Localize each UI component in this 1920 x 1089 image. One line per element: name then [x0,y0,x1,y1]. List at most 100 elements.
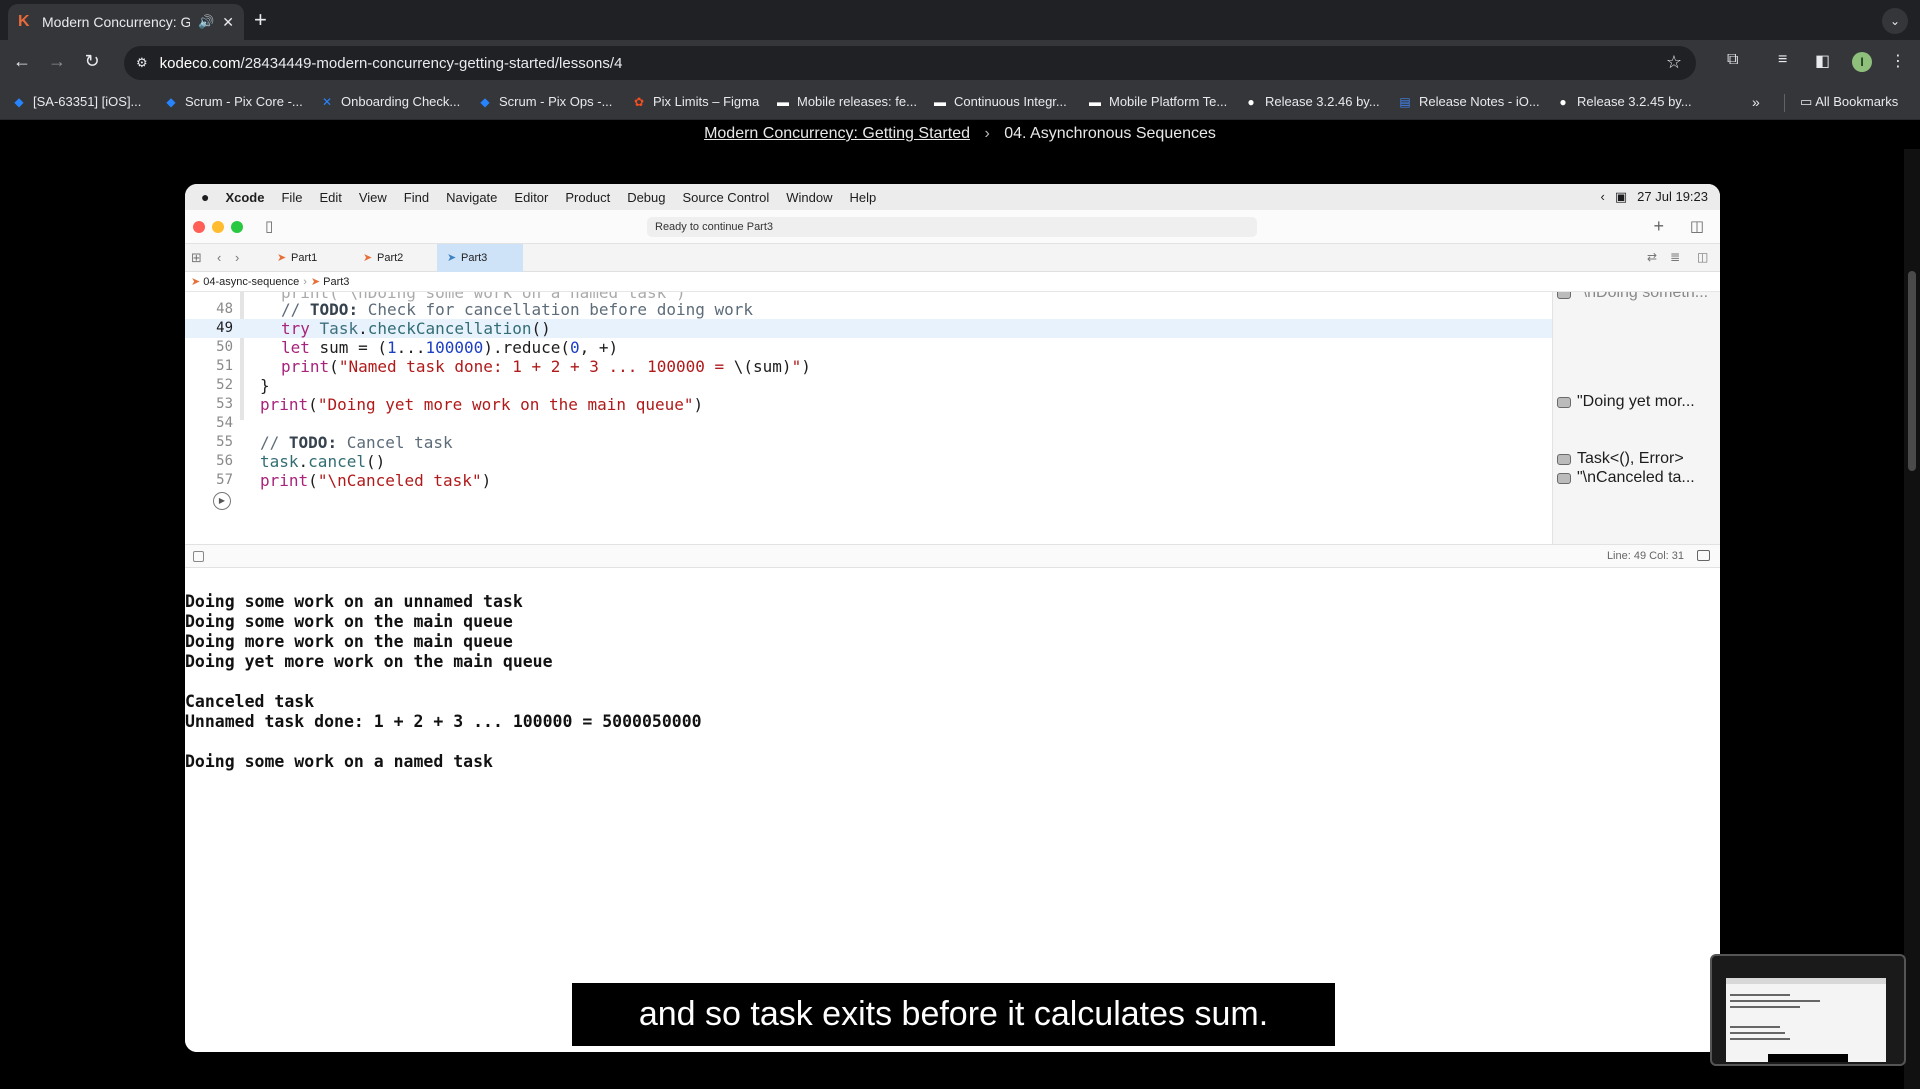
code-line: 54 [185,414,1552,433]
bookmark-item[interactable]: ✿ Pix Limits – Figma [632,94,759,109]
console-line: Canceled task [185,692,315,711]
menu-navigate: Navigate [446,189,498,205]
menu-xcode: Xcode [225,189,265,205]
bookmark-star-icon[interactable]: ☆ [1666,52,1682,73]
jump-file: Part3 [323,276,350,288]
menu-window: Window [786,189,833,205]
profile-avatar[interactable]: I [1852,52,1872,72]
line-number: 55 [216,434,233,450]
code-line: 57 print("\nCanceled task") [185,471,1552,490]
extensions-icon[interactable]: ⧉ [1727,51,1738,69]
jump-project: 04-async-sequence [203,276,300,288]
chevron-left-icon: ‹ [217,250,222,265]
chrome-menu-icon[interactable]: ⋮ [1890,51,1906,71]
address-bar[interactable]: ⚙ kodeco.com/28434449-modern-concurrency… [124,46,1696,80]
tab-title: Modern Concurrency: Getting Started [42,14,191,30]
tab-close-icon[interactable]: ✕ [222,14,234,31]
swift-icon: ➤ [363,252,373,264]
tab-audio-icon[interactable]: 🔊 [198,14,214,30]
back-arrow-icon[interactable]: ← [10,51,34,72]
page-scrollbar[interactable] [1904,149,1920,1089]
bookmark-item[interactable]: ● Release 3.2.45 by... [1556,94,1691,109]
bookmark-label: Mobile Platform Te... [1109,94,1228,109]
bookmark-label: Scrum - Pix Core -... [185,94,303,109]
menu-editor: Editor [514,189,549,205]
side-panel-icon[interactable]: ◧ [1815,51,1830,71]
site-info-icon[interactable]: ⚙ [136,55,148,71]
debug-area-toggle [193,551,204,562]
code-line: 55// TODO: Cancel task [185,433,1552,452]
reload-icon[interactable]: ↻ [80,51,104,72]
console-line: Doing some work on the main queue [185,612,513,631]
console-line: Doing some work on an unnamed task [185,592,523,611]
bookmark-item[interactable]: ◆ Scrum - Pix Core -... [164,94,303,109]
result-item: "\nCanceled ta... [1557,469,1695,487]
bookmark-label: Release 3.2.46 by... [1265,94,1380,109]
result-text: "\nCanceled ta... [1577,469,1695,486]
quicklook-icon [1557,453,1571,465]
control-center-icon: ▣ [1614,189,1628,204]
pip-text-line [1730,1038,1790,1040]
close-window-button [193,221,205,233]
pip-text-line [1730,1000,1820,1002]
url-text[interactable]: kodeco.com/28434449-modern-concurrency-g… [160,55,623,72]
line-number: 52 [216,377,233,393]
bookmark-item[interactable]: ▬ Continuous Integr... [933,94,1067,109]
bookmarks-bar: ◆ [SA-63351] [iOS]... ◆ Scrum - Pix Core -… [0,86,1920,120]
jira-icon: ◆ [14,94,24,109]
bookmark-item[interactable]: ▬ Mobile Platform Te... [1088,94,1227,109]
menu-view: View [358,189,387,205]
company-icon: ▬ [777,94,789,109]
tab-part2: ➤ Part2 [353,244,437,272]
breadcrumb-course-link[interactable]: Modern Concurrency: Getting Started [704,125,970,142]
pip-preview-bar [1726,978,1886,984]
tab-label: Part1 [291,252,318,264]
tab-label: Part2 [377,252,404,264]
new-tab-button[interactable]: + [254,8,267,32]
jump-bar: ➤ 04-async-sequence › ➤ Part3 [185,272,1720,292]
code-editor: print("\nDoing some work on a named task… [185,292,1552,536]
bookmark-item[interactable]: ▤ Release Notes - iO... [1398,94,1539,109]
bookmark-label: [SA-63351] [iOS]... [33,94,142,109]
bookmark-item[interactable]: ✕ Onboarding Check... [320,94,460,109]
menu-edit: Edit [319,189,342,205]
result-item: "\nDoing someth... [1557,292,1708,302]
tab-label: Part3 [461,252,488,264]
results-sidebar: "\nDoing someth... "Doing yet mor... Tas… [1552,292,1720,544]
bookmarks-overflow-icon[interactable]: » [1752,94,1760,110]
scrollbar-thumb[interactable] [1908,271,1916,471]
video-player[interactable]: ● Xcode File Edit View Find Navigate Edi… [185,184,1720,1052]
figma-icon: ✿ [633,94,645,109]
jira-icon: ◆ [166,94,176,109]
docs-icon: ▤ [1399,94,1411,109]
all-bookmarks-button[interactable]: ▭ All Bookmarks [1800,94,1898,110]
pip-thumbnail[interactable] [1710,954,1906,1066]
bookmark-item[interactable]: ◆ Scrum - Pix Ops -... [478,94,612,109]
bookmark-item[interactable]: ● Release 3.2.46 by... [1244,94,1380,109]
menu-file: File [281,189,303,205]
line-number: 51 [216,358,233,374]
folder-icon: ▭ [1800,94,1816,109]
swift-icon: ➤ [310,276,321,288]
quicklook-icon [1557,396,1571,408]
bookmark-item[interactable]: ◆ [SA-63351] [iOS]... [12,94,141,109]
chevron-right-icon: › [984,125,990,142]
tab-search-button[interactable]: ⌄ [1882,8,1908,34]
bookmark-item[interactable]: ▬ Mobile releases: fe... [776,94,917,109]
url-path: /28434449-modern-concurrency-getting-sta… [240,54,623,72]
forward-arrow-icon[interactable]: → [45,51,69,72]
url-host: kodeco.com [159,54,241,72]
result-item: Task<(), Error> [1557,450,1684,468]
menu-debug: Debug [627,189,666,205]
browser-toolbar: ← → ↻ ⚙ kodeco.com/28434449-modern-concu… [0,40,1920,86]
pip-preview [1726,978,1886,1062]
cursor-position: Line: 49 Col: 31 [1606,550,1684,562]
confluence-icon: ✕ [321,94,333,109]
bookmark-label: Scrum - Pix Ops -... [499,94,613,109]
code-line: 51 print("Named task done: 1 + 2 + 3 ... … [185,357,1552,376]
console-line: Doing more work on the main queue [185,632,513,651]
bookmarks-divider [1784,94,1785,112]
media-control-icon[interactable]: ≡ [1778,51,1787,69]
swift-icon: ➤ [277,252,287,264]
browser-tab-active[interactable]: K Modern Concurrency: Getting Started 🔊 … [8,4,244,40]
